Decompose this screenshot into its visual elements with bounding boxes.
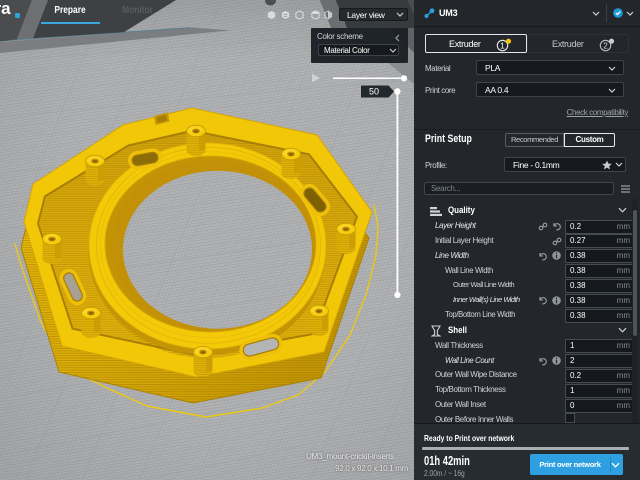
svg-text:2: 2	[603, 42, 608, 51]
svg-text:1: 1	[500, 42, 505, 51]
svg-text:50: 50	[369, 87, 379, 97]
